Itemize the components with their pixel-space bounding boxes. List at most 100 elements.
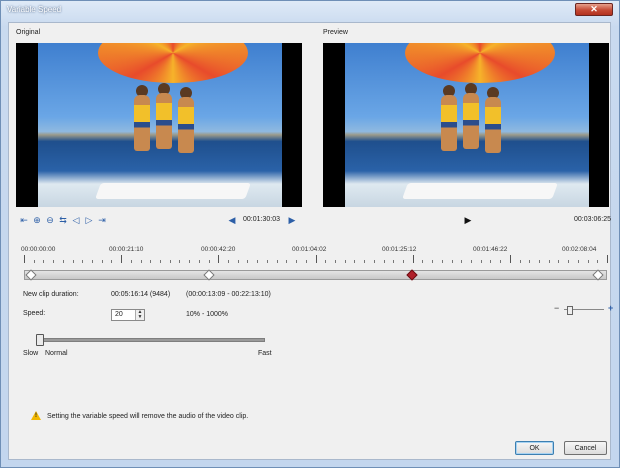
speed-slider-thumb[interactable]: [36, 334, 44, 346]
ruler-tick: [33, 260, 35, 263]
zoom-in-button[interactable]: +: [608, 303, 613, 313]
next-keyframe-icon[interactable]: ▷: [84, 215, 94, 225]
ruler-tick: [470, 260, 472, 263]
ruler-tick: [315, 255, 317, 263]
ruler-tick: [529, 260, 531, 263]
cancel-button[interactable]: Cancel: [564, 441, 607, 455]
ruler-tick: [383, 260, 385, 263]
ruler-tick: [558, 260, 560, 263]
ruler-tick: [130, 260, 132, 263]
clip-range-value: (00:00:13:09 - 00:22:13:10): [186, 291, 271, 298]
slow-label: Slow: [23, 350, 39, 357]
ruler-tick: [160, 260, 162, 263]
ruler-tick: [72, 260, 74, 263]
ruler-tick: [577, 260, 579, 263]
ruler-tick: [548, 260, 550, 263]
ok-button[interactable]: OK: [515, 441, 554, 455]
ruler-tick: [82, 260, 84, 263]
dialog-body: Original Preview ⇤ ⊕ ⊖ ⇆ ◁ ▷ ⇥ ◀ 00:01:3…: [8, 22, 613, 460]
ruler-tick: [237, 260, 239, 263]
ruler-tick: [218, 255, 220, 263]
rider: [134, 95, 150, 151]
ruler-tick: [422, 260, 424, 263]
ruler-tick: [607, 255, 608, 263]
ruler-tick: [276, 260, 278, 263]
ruler-tick: [228, 260, 230, 263]
preview-video-frame: [345, 43, 589, 207]
warning-text: Setting the variable speed will remove t…: [47, 413, 249, 420]
window-title: Variable Speed: [7, 5, 62, 14]
parasail-canopy: [405, 43, 555, 83]
new-clip-duration-value: 00:05:16:14 (9484): [111, 291, 171, 298]
ruler-tick: [538, 260, 540, 263]
add-keyframe-icon[interactable]: ⊕: [32, 215, 42, 225]
ruler-tick: [354, 260, 356, 263]
ruler-tick: [62, 260, 64, 263]
ruler-tick: [43, 260, 45, 263]
ruler-tick: [189, 260, 191, 263]
spin-down-icon[interactable]: ▼: [135, 315, 144, 320]
zoom-out-button[interactable]: −: [554, 303, 559, 313]
ruler-tick: [325, 260, 327, 263]
ruler-tick: [140, 260, 142, 263]
ruler-label: 00:00:00:00: [21, 246, 56, 253]
play-button[interactable]: ▶: [463, 215, 473, 225]
reverse-keyframe-icon[interactable]: ⇆: [58, 215, 68, 225]
original-timecode: 00:01:30:03: [243, 216, 280, 223]
original-video: [16, 43, 302, 207]
prev-frame-icon[interactable]: ◀: [227, 215, 237, 225]
ruler-tick: [257, 260, 259, 263]
close-icon: ✕: [590, 4, 598, 14]
speed-spinbox[interactable]: 20 ▲ ▼: [111, 309, 145, 321]
ruler-tick: [432, 260, 434, 263]
ruler-tick: [247, 260, 249, 263]
preview-video: [323, 43, 609, 207]
ruler-tick: [169, 260, 171, 263]
ruler-tick: [296, 260, 298, 263]
rider: [441, 95, 457, 151]
next-frame-icon[interactable]: ▶: [287, 215, 297, 225]
speed-label: Speed:: [23, 310, 46, 317]
original-video-frame: [38, 43, 282, 207]
timeline-ruler: 00:00:00:00 00:00:21:10 00:00:42:20 00:0…: [21, 246, 608, 268]
parasail-canopy: [98, 43, 248, 83]
warning-icon: !: [31, 411, 41, 420]
ruler-tick: [266, 260, 268, 263]
timeline-track[interactable]: [24, 270, 607, 280]
ruler-tick: [597, 260, 599, 263]
title-bar[interactable]: Variable Speed ✕: [1, 1, 619, 19]
ruler-label: 00:00:21:10: [109, 246, 144, 253]
boat: [402, 183, 558, 199]
boat: [95, 183, 251, 199]
warning-icon-glyph: !: [35, 413, 37, 419]
ruler-tick: [402, 260, 404, 263]
ruler-tick: [441, 260, 443, 263]
jump-start-icon[interactable]: ⇤: [19, 215, 29, 225]
speed-range-hint: 10% - 1000%: [186, 311, 229, 318]
remove-keyframe-icon[interactable]: ⊖: [45, 215, 55, 225]
ruler-tick: [451, 260, 453, 263]
end-keyframe-icon[interactable]: ⇥: [97, 215, 107, 225]
ruler-tick: [24, 255, 25, 263]
ruler-tick: [393, 260, 395, 263]
fast-label: Fast: [258, 350, 272, 357]
ruler-tick: [198, 260, 200, 263]
close-button[interactable]: ✕: [575, 3, 613, 16]
ruler-tick: [509, 255, 511, 263]
ruler-tick: [480, 260, 482, 263]
ruler-tick: [364, 260, 366, 263]
rider: [178, 97, 194, 153]
ruler-tick: [519, 260, 521, 263]
speed-slider-track[interactable]: [37, 338, 265, 342]
zoom-slider-thumb[interactable]: [567, 306, 573, 315]
ruler-label: 00:01:25:12: [382, 246, 417, 253]
rider: [485, 97, 501, 153]
ruler-tick: [587, 260, 589, 263]
rider: [463, 93, 479, 149]
prev-keyframe-icon[interactable]: ◁: [71, 215, 81, 225]
normal-label: Normal: [45, 350, 68, 357]
ruler-tick: [179, 260, 181, 263]
ruler-tick: [92, 260, 94, 263]
ruler-label: 00:00:42:20: [201, 246, 236, 253]
ruler-tick: [568, 260, 570, 263]
